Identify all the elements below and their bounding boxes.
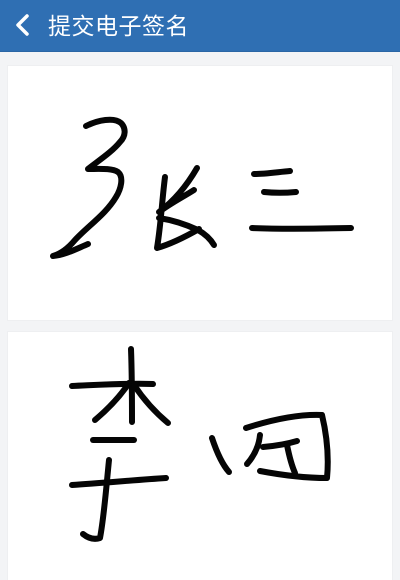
electronic-signature-screen: 提交电子签名 <box>0 0 400 580</box>
page-title: 提交电子签名 <box>48 13 189 39</box>
chevron-left-icon <box>16 14 29 36</box>
handwritten-signature-zhang-san <box>50 116 354 259</box>
top-header: 提交电子签名 <box>0 0 400 52</box>
signature-content <box>0 52 400 580</box>
signature-panel-li-si[interactable] <box>8 332 392 580</box>
handwritten-signature-li-si <box>69 346 331 542</box>
signature-panel-zhang-san[interactable] <box>8 66 392 320</box>
back-button[interactable] <box>8 10 38 40</box>
